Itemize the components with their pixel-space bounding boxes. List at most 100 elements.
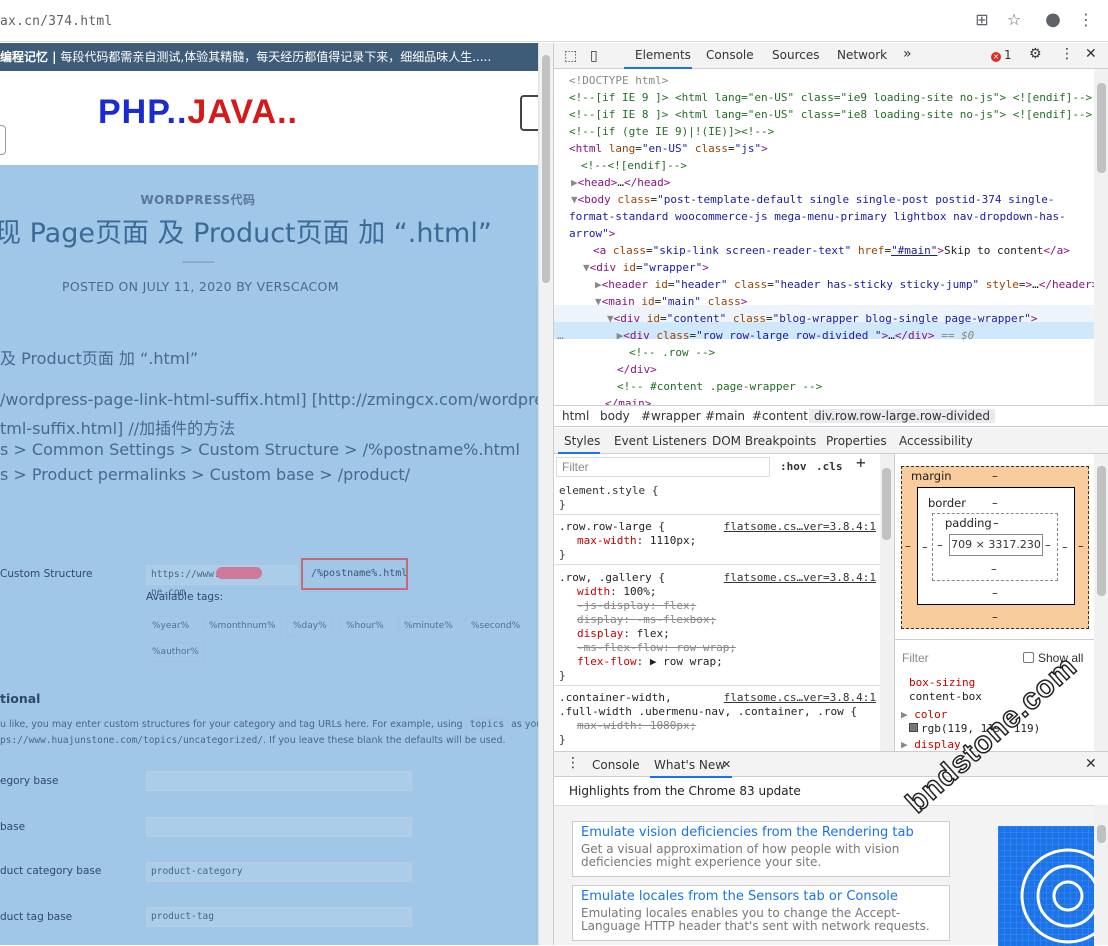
styles-filter-input[interactable]: Filter	[556, 457, 770, 477]
tab-accessibility[interactable]: Accessibility	[899, 434, 973, 448]
category-base-input[interactable]	[146, 771, 412, 791]
crumb[interactable]: body	[600, 409, 630, 423]
dom-node[interactable]: </main>	[605, 395, 651, 405]
css-property-overridden[interactable]: max-width: 1080px;	[559, 719, 875, 733]
new-rule-button[interactable]: +	[856, 455, 866, 471]
menu-toggle[interactable]	[0, 125, 6, 155]
styles-scroll-thumb[interactable]	[882, 468, 891, 540]
crumb[interactable]: html	[562, 409, 589, 423]
dom-node[interactable]: <!DOCTYPE html>	[569, 72, 668, 89]
product-category-base-input[interactable]: product-category	[146, 862, 412, 882]
dom-node[interactable]: ▼<body class="post-template-default sing…	[571, 191, 1054, 208]
tab-styles[interactable]: Styles	[564, 434, 600, 448]
dom-node[interactable]: <!--[if IE 8 ]> <html lang="en-US" class…	[569, 106, 1092, 123]
hov-button[interactable]: :hov	[780, 460, 807, 474]
box-padding[interactable]: padding – – – – 709 × 3317.230	[932, 513, 1058, 581]
translate-icon[interactable]: ⊞	[972, 10, 992, 30]
whats-new-card[interactable]: Emulate vision deficiencies from the Ren…	[572, 821, 950, 877]
crumb[interactable]: #main	[705, 409, 745, 423]
product-tag-base-input[interactable]: product-tag	[146, 907, 412, 927]
crumb[interactable]: #wrapper	[641, 409, 701, 423]
computed-prop-name[interactable]: box-sizing	[909, 676, 975, 689]
devtools-menu-icon[interactable]: ⋮	[1060, 46, 1074, 62]
dom-node[interactable]: <!--[if (gte IE 9)|!(IE)]><!-->	[569, 123, 774, 140]
rule-selector[interactable]: .full-width .ubermenu-nav, .container, .…	[559, 705, 875, 719]
css-property[interactable]: display: flex;	[559, 627, 875, 641]
computed-scroll-thumb[interactable]	[1097, 466, 1106, 596]
profile-icon[interactable]: ●	[1043, 10, 1063, 30]
box-content[interactable]: 709 × 3317.230	[949, 534, 1043, 556]
styles-scrollbar[interactable]	[880, 454, 894, 751]
tag-button[interactable]: %monthnum%	[203, 616, 282, 636]
dom-scrollbar[interactable]	[1094, 69, 1108, 405]
dom-node[interactable]: <!--<![endif]-->	[581, 157, 687, 174]
dom-node[interactable]: </div>	[617, 361, 657, 378]
device-toggle-icon[interactable]: ▯	[590, 48, 598, 64]
card-title[interactable]: Emulate locales from the Sensors tab or …	[581, 889, 941, 904]
css-property[interactable]: flex-flow: ▶ row wrap;	[559, 655, 875, 669]
inspect-icon[interactable]: ⬚	[564, 48, 577, 64]
site-logo[interactable]: PHP..JAVA..	[98, 93, 298, 132]
box-margin[interactable]: margin – – – – border – – – – padding – …	[901, 466, 1089, 629]
dom-node[interactable]: ▶<head>…</head>	[571, 174, 670, 191]
url-field[interactable]: ax.cn/374.html	[0, 14, 112, 29]
dom-node[interactable]: <a class="skip-link screen-reader-text" …	[593, 242, 1070, 259]
computed-scrollbar[interactable]	[1094, 454, 1108, 751]
computed-prop[interactable]: ▶ color	[901, 708, 947, 721]
dom-node[interactable]: ▶<header id="header" class="header has-s…	[595, 276, 1094, 293]
whats-new-scroll-thumb[interactable]	[1097, 825, 1106, 843]
star-icon[interactable]: ☆	[1004, 10, 1024, 30]
whats-new-scrollbar[interactable]	[1094, 805, 1108, 945]
tab-event-listeners[interactable]: Event Listeners	[614, 434, 707, 448]
settings-gear-icon[interactable]: ⚙	[1029, 46, 1042, 62]
css-property-overridden[interactable]: display: -ms-flexbox;	[559, 613, 875, 627]
computed-filter-input[interactable]: Filter	[902, 651, 929, 665]
cart-icon[interactable]	[520, 95, 538, 131]
css-property[interactable]: width: 100%;	[559, 585, 875, 599]
close-drawer-icon[interactable]: ✕	[1085, 756, 1097, 772]
dom-node[interactable]: ▼<main id="main" class>	[595, 293, 747, 310]
dom-node[interactable]: <html lang="en-US" class="js">	[569, 140, 768, 157]
tab-elements[interactable]: Elements	[635, 48, 691, 62]
error-counter[interactable]: ✕ 1	[991, 48, 1012, 62]
rule-source-link[interactable]: flatsome.cs…ver=3.8.4:1	[724, 571, 876, 585]
tab-drawer-console[interactable]: Console	[592, 758, 640, 772]
tab-properties[interactable]: Properties	[826, 434, 887, 448]
dom-node[interactable]: ▼<div id="wrapper">	[583, 259, 709, 276]
tab-console[interactable]: Console	[706, 48, 754, 62]
tab-whats-new[interactable]: What's New	[654, 758, 725, 772]
dom-node[interactable]: <!-- .row -->	[629, 344, 715, 361]
css-property[interactable]: max-width: 1110px;	[559, 534, 875, 548]
box-border[interactable]: border – – – – padding – – – – 709 × 331…	[917, 487, 1075, 605]
tag-button[interactable]: %second%	[465, 616, 527, 636]
dom-node[interactable]: <!-- #content .page-wrapper -->	[617, 378, 822, 395]
tag-base-input[interactable]	[146, 817, 412, 837]
site-name[interactable]: 编程记忆 |	[0, 50, 57, 64]
dom-node[interactable]: <!--[if IE 9 ]> <html lang="en-US" class…	[569, 89, 1092, 106]
tab-network[interactable]: Network	[837, 48, 887, 62]
cls-button[interactable]: .cls	[816, 460, 843, 474]
dom-node[interactable]: ▼<div id="content" class="blog-wrapper b…	[607, 310, 1038, 327]
rule-source-link[interactable]: flatsome.cs…ver=3.8.4:1	[724, 691, 876, 705]
tab-dom-breakpoints[interactable]: DOM Breakpoints	[712, 434, 816, 448]
crumb[interactable]: #content	[752, 409, 808, 423]
tag-button[interactable]: %minute%	[398, 616, 459, 636]
post-category[interactable]: WORDPRESS代码	[0, 191, 396, 208]
css-property-overridden[interactable]: -js-display: flex;	[559, 599, 875, 613]
rule-selector[interactable]: element.style {	[559, 484, 875, 498]
page-scroll-thumb[interactable]	[542, 55, 550, 283]
close-tab-icon[interactable]: ✕	[722, 758, 731, 771]
page-scrollbar[interactable]	[538, 43, 553, 945]
crumb-selected[interactable]: div.row.row-large.row-divided	[809, 409, 996, 423]
drawer-menu-icon[interactable]: ⋮	[566, 755, 580, 771]
more-tabs-button[interactable]: »	[903, 46, 912, 62]
card-title[interactable]: Emulate vision deficiencies from the Ren…	[581, 825, 941, 840]
css-property-overridden[interactable]: -ms-flex-flow: row wrap;	[559, 641, 875, 655]
tab-sources[interactable]: Sources	[772, 48, 819, 62]
dom-scroll-thumb[interactable]	[1097, 83, 1106, 173]
whats-new-card[interactable]: Emulate locales from the Sensors tab or …	[572, 885, 950, 941]
rule-source-link[interactable]: flatsome.cs…ver=3.8.4:1	[724, 520, 876, 534]
dom-node-selected[interactable]: … ▶<div class="row row-large row-divided …	[557, 327, 974, 344]
tag-button[interactable]: %day%	[287, 616, 333, 636]
tag-button[interactable]: %year%	[146, 616, 196, 636]
